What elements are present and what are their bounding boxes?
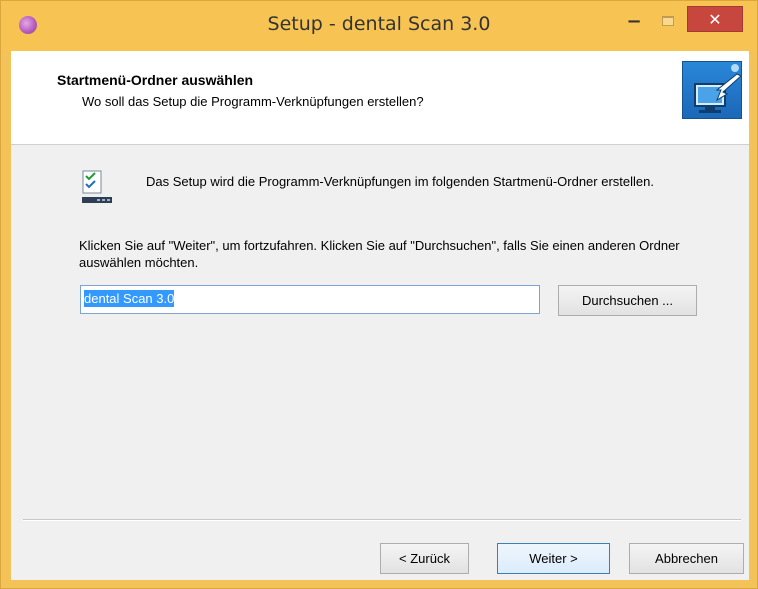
wizard-header: Startmenü-Ordner auswählen Wo soll das S…: [11, 51, 749, 145]
instruction-text: Klicken Sie auf "Weiter", um fortzufahre…: [79, 238, 680, 270]
close-button[interactable]: ✕: [687, 6, 743, 32]
intro-text: Das Setup wird die Programm-Verknüpfunge…: [146, 174, 654, 189]
maximize-button[interactable]: [653, 7, 683, 35]
back-button[interactable]: < Zurück: [380, 543, 469, 574]
cancel-button[interactable]: Abbrechen: [629, 543, 744, 574]
browse-button[interactable]: Durchsuchen ...: [558, 285, 697, 316]
startmenu-folder-input[interactable]: dental Scan 3.0: [80, 285, 540, 314]
computer-arrow-icon: [682, 61, 742, 119]
title-bar[interactable]: Setup - dental Scan 3.0 − ✕: [1, 1, 757, 51]
shortcut-list-icon: [81, 169, 113, 205]
folder-value: dental Scan 3.0: [84, 290, 175, 307]
next-button[interactable]: Weiter >: [497, 543, 610, 574]
maximize-icon: [662, 16, 674, 26]
page-subtitle: Wo soll das Setup die Programm-Verknüpfu…: [82, 94, 424, 109]
minimize-button[interactable]: −: [617, 7, 651, 35]
wizard-content: Startmenü-Ordner auswählen Wo soll das S…: [11, 51, 749, 580]
page-title: Startmenü-Ordner auswählen: [57, 72, 254, 88]
footer-divider: [23, 519, 741, 521]
setup-window: Setup - dental Scan 3.0 − ✕ Startmenü-Or…: [0, 0, 758, 589]
